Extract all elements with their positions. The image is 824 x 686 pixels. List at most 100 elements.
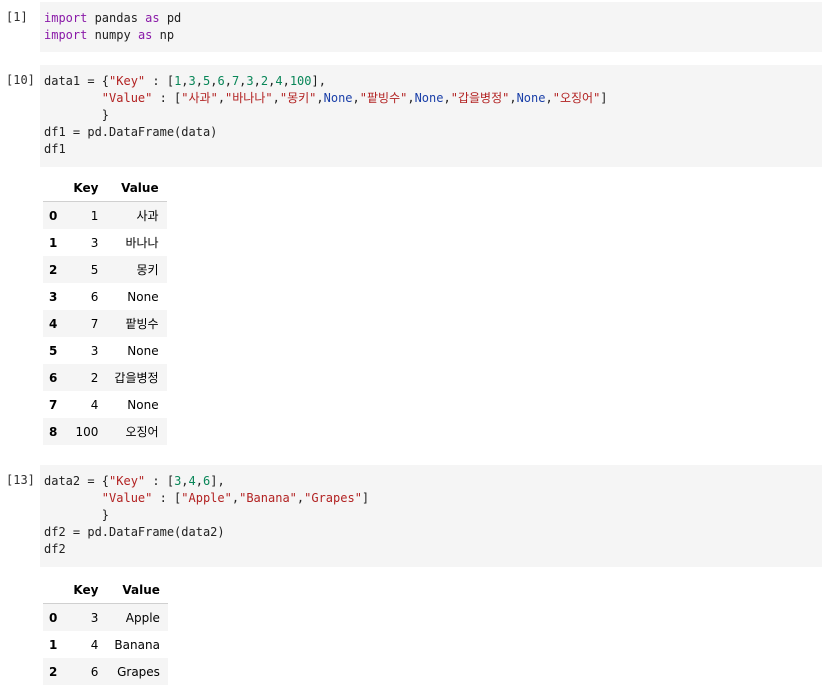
- table-row: 2 5 몽키: [43, 256, 167, 283]
- code-token: }: [44, 108, 110, 122]
- code-token: ,: [545, 91, 553, 105]
- column-header: [43, 174, 66, 202]
- code-token: "오징어": [552, 91, 601, 105]
- code-token: data2 = {: [44, 474, 110, 488]
- table-row: 4 7 팥빙수: [43, 310, 167, 337]
- row-index: 2: [49, 262, 58, 277]
- table-row: 5 3 None: [43, 337, 167, 364]
- code-line: }: [44, 108, 109, 122]
- table-row: 0 3 Apple: [43, 603, 168, 631]
- code-token: pd: [159, 11, 182, 25]
- code-token: ,: [231, 491, 240, 505]
- table-row: 3 6 None: [43, 283, 167, 310]
- code-token: ,: [443, 91, 451, 105]
- code-token: df1 = pd.DataFrame(data): [44, 125, 218, 139]
- code-token: ,: [509, 91, 517, 105]
- code-token: data1 = {: [44, 74, 110, 88]
- code-token: import: [44, 11, 88, 25]
- code-token: ,: [352, 91, 360, 105]
- table-row: 7 4 None: [43, 391, 167, 418]
- code-token: "몽키": [279, 91, 317, 105]
- code-token: 4: [188, 474, 196, 488]
- code-token: "Value": [101, 491, 153, 505]
- code-token: 3: [246, 74, 254, 88]
- column-header: Key: [65, 576, 107, 604]
- code-token: ,: [407, 91, 415, 105]
- code-token: : [: [145, 74, 175, 88]
- code-token: ,: [272, 91, 280, 105]
- column-header: Value: [106, 576, 168, 604]
- row-index: 0: [49, 610, 58, 625]
- table-cell: 4: [90, 397, 99, 412]
- code-token: "Apple": [181, 491, 232, 505]
- code-text-2[interactable]: data1 = {"Key" : [1,3,5,6,7,3,2,4,100], …: [44, 73, 608, 158]
- code-token: df2: [44, 542, 66, 556]
- table-cell: 몽키: [136, 263, 159, 277]
- cell-prompt-2: [10]: [6, 73, 35, 87]
- table-row: 1 3 바나나: [43, 229, 167, 256]
- code-token: : [: [145, 474, 175, 488]
- code-token: df1: [44, 142, 66, 156]
- code-token: ,: [181, 74, 189, 88]
- code-text-1[interactable]: import pandas as pd import numpy as np: [44, 10, 181, 44]
- table-row: 0 1 사과: [43, 201, 167, 229]
- code-token: "Key": [109, 474, 146, 488]
- code-token: "바나나": [225, 91, 273, 105]
- code-token: np: [152, 28, 175, 42]
- table-row: 8 100 오징어: [43, 418, 167, 445]
- row-index: 1: [49, 235, 58, 250]
- table-cell: 4: [90, 637, 99, 652]
- code-token: ,: [217, 91, 226, 105]
- row-index: 8: [49, 424, 58, 439]
- code-line: data1 = {"Key" : [1,3,5,6,7,3,2,4,100],: [44, 74, 326, 88]
- row-index: 2: [49, 664, 58, 679]
- code-token: ,: [224, 74, 232, 88]
- table-cell: 바나나: [125, 236, 159, 250]
- code-token: "Banana": [239, 491, 297, 505]
- code-line: "Value" : ["Apple","Banana","Grapes"]: [44, 491, 369, 505]
- table-cell: 팥빙수: [125, 317, 159, 331]
- code-line: df2: [44, 542, 66, 556]
- row-index: 7: [49, 397, 58, 412]
- code-token: "Grapes": [304, 491, 362, 505]
- table-cell: Grapes: [117, 664, 160, 679]
- table-cell: Banana: [114, 637, 160, 652]
- code-token: ]: [600, 91, 608, 105]
- table-cell: None: [127, 343, 159, 358]
- cell-prompt-1: [1]: [6, 10, 28, 24]
- code-token: pandas: [87, 11, 146, 25]
- code-token: ,: [316, 91, 324, 105]
- table-cell: 1: [90, 208, 99, 223]
- code-line: df2 = pd.DataFrame(data2): [44, 525, 225, 539]
- code-token: "갑을병정": [450, 91, 510, 105]
- code-token: "팥빙수": [359, 91, 408, 105]
- code-token: ,: [181, 474, 189, 488]
- code-token: None: [323, 91, 353, 105]
- code-token: : [: [152, 491, 182, 505]
- code-token: 100: [289, 74, 312, 88]
- code-line: df1: [44, 142, 66, 156]
- table-row: 6 2 갑을병정: [43, 364, 167, 391]
- code-token: import: [44, 28, 88, 42]
- table-cell: 5: [90, 262, 99, 277]
- code-token: "Value": [101, 91, 153, 105]
- code-token: 6: [217, 74, 225, 88]
- dataframe-output-1: Key Value 0 1 사과 1 3 바나나 2 5 몽키 3 6 None 4 7 팥빙수 5 3 None 6 2…: [43, 174, 167, 445]
- code-line: data2 = {"Key" : [3,4,6],: [44, 474, 225, 488]
- row-index: 5: [49, 343, 58, 358]
- column-header: [43, 576, 66, 604]
- code-token: : [: [152, 91, 182, 105]
- code-text-3[interactable]: data2 = {"Key" : [3,4,6], "Value" : ["Ap…: [44, 473, 369, 558]
- code-line: import pandas as pd: [44, 11, 181, 25]
- row-index: 4: [49, 316, 58, 331]
- cell-prompt-3: [13]: [6, 473, 35, 487]
- table-cell: 3: [90, 235, 99, 250]
- table-cell: 3: [90, 610, 99, 625]
- code-token: ,: [282, 74, 290, 88]
- code-token: df2 = pd.DataFrame(data2): [44, 525, 225, 539]
- code-token: None: [516, 91, 546, 105]
- row-index: 3: [49, 289, 58, 304]
- code-line: df1 = pd.DataFrame(data): [44, 125, 217, 139]
